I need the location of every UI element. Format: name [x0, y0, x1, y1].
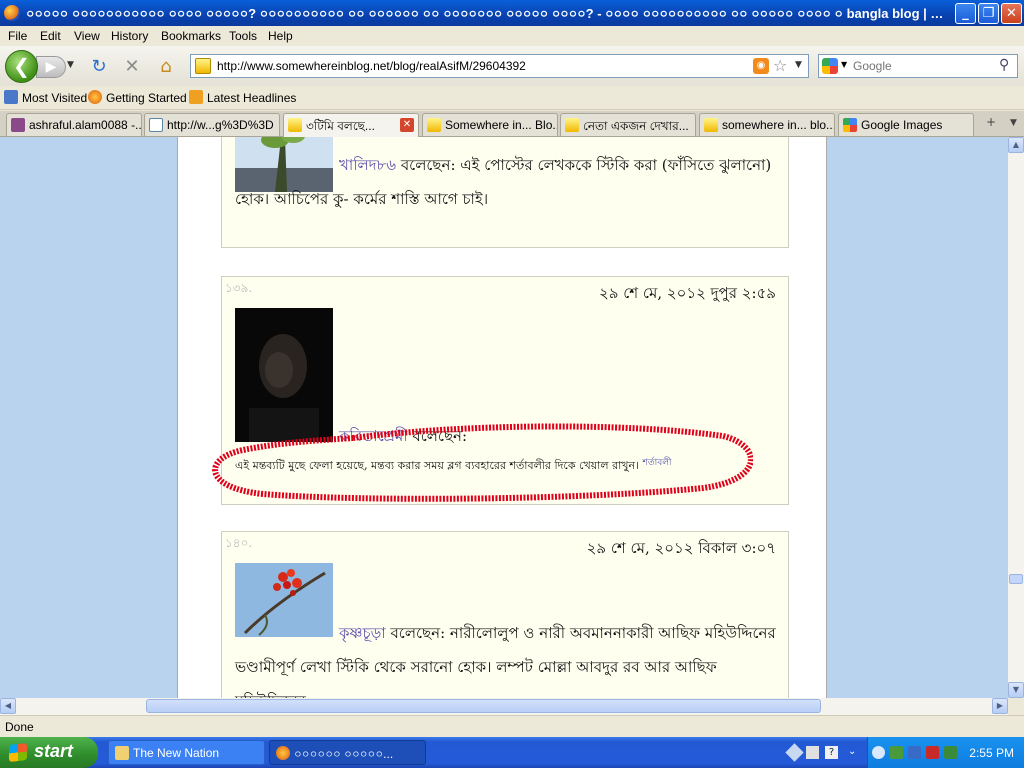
comment-date: ২৯ শে মে, ২০১২ বিকাল ৩:০৭ [586, 539, 776, 557]
bookmark-star-icon[interactable]: ☆ [773, 56, 787, 75]
new-tab-icon[interactable]: + [986, 115, 996, 129]
rss-feed-icon[interactable]: ◉ [753, 58, 769, 74]
blog-favicon-icon [427, 118, 441, 132]
web-content[interactable]: খালিদ৮৬ বলেছেন: এই পোস্টের লেখককে স্টিকি… [0, 137, 1008, 698]
window-titlebar[interactable]: ০০০০০ ০০০০০০০০০০০ ০০০০ ০০০০০? ০০০০০০০০০০… [0, 0, 1024, 26]
vertical-scroll-thumb[interactable] [1009, 574, 1023, 584]
tab-bangla-post[interactable]: নেতা একজন দেখার... [560, 113, 696, 136]
mail-icon [11, 118, 25, 132]
taskbar: start The New Nation ০০০০০০ ০০০০০... ? ⌄… [0, 737, 1024, 768]
taskbar-item-firefox[interactable]: ০০০০০০ ০০০০০... [269, 740, 426, 765]
tray-monitor-icon[interactable] [908, 746, 921, 759]
scroll-down-icon[interactable]: ▼ [1008, 682, 1024, 698]
bookmarks-toolbar: Most Visited Getting Started Latest Head… [0, 86, 1024, 110]
menu-bookmarks[interactable]: Bookmarks [161, 29, 221, 43]
comment-number: ১৪০. [225, 536, 253, 550]
comment-date: ২৯ শে মে, ২০১২ দুপুর ২:৫৯ [598, 284, 776, 302]
firefox-icon [4, 5, 20, 21]
rss-feed-icon [189, 90, 203, 104]
horizontal-scroll-thumb[interactable] [146, 699, 821, 713]
taskbar-item-folder[interactable]: The New Nation [108, 740, 265, 765]
system-clock[interactable]: 2:55 PM [969, 746, 1014, 760]
windows-flag-icon [9, 743, 27, 762]
bookmark-folder-icon [4, 90, 18, 104]
close-tab-icon[interactable]: ✕ [400, 118, 414, 132]
url-bar[interactable]: ◉ ☆ ▼ [190, 54, 809, 78]
navigation-toolbar: ▶ ❮ ▼ ↻ ✕ ⌂ ◉ ☆ ▼ ▼ ⚲ [0, 46, 1024, 86]
home-icon[interactable]: ⌂ [155, 57, 177, 77]
forward-button[interactable]: ▶ [36, 56, 66, 78]
scroll-up-icon[interactable]: ▲ [1008, 137, 1024, 153]
menu-view[interactable]: View [74, 29, 100, 43]
google-icon[interactable] [822, 58, 838, 74]
comment-author-link[interactable]: কৃষ্ণচূড়া [339, 624, 386, 642]
tab-gmail[interactable]: ashraful.alam0088 -... [6, 113, 142, 136]
tab-active-blog[interactable]: ৩টিমি বলছে... ✕ [283, 113, 419, 137]
tab-somewhere-in-blog[interactable]: Somewhere in... Blo... [422, 113, 558, 136]
tab-bar: ashraful.alam0088 -... http://w...g%3D%3… [0, 111, 1024, 137]
menu-file[interactable]: File [8, 29, 27, 43]
history-dropdown-icon[interactable]: ▼ [67, 60, 74, 70]
url-dropdown-icon[interactable]: ▼ [795, 60, 802, 70]
scroll-right-icon[interactable]: ▶ [992, 698, 1008, 714]
menu-bar: File Edit View History Bookmarks Tools H… [0, 26, 1024, 46]
close-button[interactable]: ✕ [1001, 3, 1022, 24]
scroll-corner [1008, 698, 1024, 715]
window-title: ০০০০০ ০০০০০০০০০০০ ০০০০ ০০০০০? ০০০০০০০০০০… [26, 6, 950, 21]
back-button[interactable]: ❮ [5, 50, 38, 83]
search-bar[interactable]: ▼ ⚲ [818, 54, 1018, 78]
bookmark-latest-headlines[interactable]: Latest Headlines [189, 90, 296, 105]
search-input[interactable] [853, 58, 993, 74]
search-engine-dropdown-icon[interactable]: ▼ [841, 60, 847, 69]
tab-google-images[interactable]: Google Images [838, 113, 974, 136]
tab-link[interactable]: http://w...g%3D%3D [144, 113, 280, 136]
blog-favicon-icon [704, 118, 718, 132]
vertical-scrollbar[interactable]: ▲ ▼ [1008, 137, 1024, 698]
folder-icon [115, 746, 129, 760]
start-button[interactable]: start [0, 737, 98, 768]
pen-icon[interactable] [785, 743, 804, 762]
url-input[interactable] [217, 58, 747, 74]
menu-history[interactable]: History [111, 29, 148, 43]
tray-app-icon[interactable] [944, 746, 957, 759]
minimize-button[interactable]: _ [955, 3, 976, 24]
tab-somewhere-in-blog-2[interactable]: somewhere in... blo... [699, 113, 835, 136]
comment-text: কৃষ্ণচূড়া বলেছেন: নারীলোলুপ ও নারী অবমা… [235, 624, 776, 698]
google-icon [843, 118, 857, 132]
page-icon [149, 118, 163, 132]
comment-text: খালিদ৮৬ বলেছেন: এই পোস্টের লেখককে স্টিকি… [235, 156, 772, 208]
status-bar: Done [0, 715, 1024, 737]
tray-show-hidden-icon[interactable] [872, 746, 885, 759]
tray-network-icon[interactable] [890, 746, 903, 759]
firefox-icon [88, 90, 102, 104]
comment-card: খালিদ৮৬ বলেছেন: এই পোস্টের লেখককে স্টিকি… [221, 137, 789, 248]
blog-page: খালিদ৮৬ বলেছেন: এই পোস্টের লেখককে স্টিকি… [177, 137, 827, 698]
blog-favicon-icon [565, 118, 579, 132]
toolbar-expand-icon[interactable]: ⌄ [848, 746, 861, 759]
comment-card: ১৪০. ২৯ শে মে, ২০১২ বিকাল ৩:০৭ কৃষ্ণচূড়… [221, 531, 789, 698]
scroll-left-icon[interactable]: ◀ [0, 698, 16, 714]
system-tray: 2:55 PM [867, 737, 1024, 768]
tray-antivirus-icon[interactable] [926, 746, 939, 759]
list-tabs-icon[interactable]: ▼ [1010, 118, 1017, 128]
bookmark-most-visited[interactable]: Most Visited [4, 90, 87, 105]
menu-tools[interactable]: Tools [229, 29, 257, 43]
reload-icon[interactable]: ↻ [88, 57, 110, 77]
status-text: Done [5, 720, 34, 734]
menu-edit[interactable]: Edit [40, 29, 61, 43]
maximize-button[interactable]: ❐ [978, 3, 999, 24]
site-favicon-icon [195, 58, 211, 74]
stop-icon[interactable]: ✕ [121, 57, 143, 77]
comment-author-link[interactable]: খালিদ৮৬ [339, 156, 396, 174]
menu-help[interactable]: Help [268, 29, 293, 43]
bookmark-getting-started[interactable]: Getting Started [88, 90, 187, 105]
blog-favicon-icon [288, 118, 302, 132]
keyboard-icon[interactable] [806, 746, 819, 759]
highlight-ellipse-annotation [212, 423, 753, 502]
horizontal-scrollbar[interactable]: ◀ ▶ [0, 698, 1008, 715]
comment-number: ১৩৯. [225, 281, 253, 295]
help-icon[interactable]: ? [825, 746, 838, 759]
firefox-icon [276, 746, 290, 760]
search-icon[interactable]: ⚲ [999, 57, 1009, 73]
